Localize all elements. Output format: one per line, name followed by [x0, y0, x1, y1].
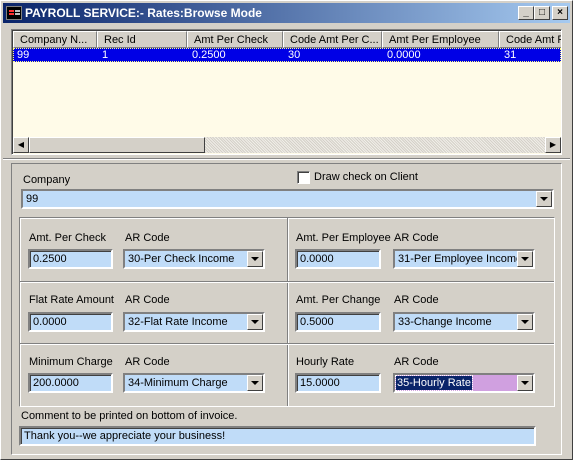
flat-rate-field[interactable]: 0.0000 [28, 312, 113, 332]
scroll-right-button[interactable]: ▶ [545, 137, 561, 153]
company-select-value: 99 [26, 193, 39, 205]
dropdown-arrow-icon[interactable] [517, 251, 533, 267]
close-button[interactable]: × [552, 6, 568, 20]
hourly-rate-field[interactable]: 15.0000 [295, 373, 381, 393]
column-header-amt-per-employee[interactable]: Amt Per Employee [382, 31, 499, 48]
amt-per-check-field[interactable]: 0.2500 [28, 249, 113, 269]
group-divider-vertical [287, 218, 288, 406]
app-icon[interactable] [6, 6, 22, 20]
scroll-right-icon: ▶ [549, 140, 557, 149]
rates-grid[interactable]: Company N... Rec Id Amt Per Check Code A… [11, 29, 562, 155]
ar-code-label: AR Code [125, 356, 170, 368]
flat-rate-ar-select[interactable]: 32-Flat Rate Income [123, 312, 265, 332]
amt-per-change-ar-value: 33-Change Income [398, 316, 492, 328]
cell-amt-per-check: 0.2500 [192, 49, 226, 61]
dropdown-arrow-icon[interactable] [247, 314, 263, 330]
amt-per-employee-ar-value: 31-Per Employee Income [398, 253, 523, 265]
cell-code-amt-per-employee: 31 [504, 49, 517, 61]
company-label: Company [23, 174, 71, 186]
title-bar[interactable]: PAYROLL SERVICE:- Rates:Browse Mode _ □ … [3, 3, 570, 23]
dropdown-arrow-icon[interactable] [247, 251, 263, 267]
dropdown-arrow-icon[interactable] [517, 375, 533, 391]
amt-per-change-ar-select[interactable]: 33-Change Income [393, 312, 535, 332]
column-header-amt-per-check[interactable]: Amt Per Check [187, 31, 283, 48]
dropdown-arrow-icon[interactable] [536, 191, 552, 207]
amt-per-check-ar-select[interactable]: 30-Per Check Income [123, 249, 265, 269]
minimum-charge-ar-select[interactable]: 34-Minimum Charge [123, 373, 265, 393]
column-header-company[interactable]: Company N... [13, 31, 97, 48]
ar-code-label: AR Code [125, 232, 170, 244]
scroll-thumb[interactable] [29, 137, 205, 153]
minimum-charge-ar-value: 34-Minimum Charge [128, 377, 228, 389]
ar-code-label: AR Code [125, 294, 170, 306]
ar-code-label: AR Code [394, 294, 439, 306]
minimum-charge-label: Minimum Charge [29, 356, 113, 368]
amt-per-employee-label: Amt. Per Employee [296, 232, 391, 244]
amt-per-change-field[interactable]: 0.5000 [295, 312, 381, 332]
minimize-button[interactable]: _ [518, 6, 534, 20]
draw-check-label: Draw check on Client [314, 171, 418, 183]
horizontal-scrollbar[interactable]: ◀ ▶ [13, 137, 561, 153]
ar-code-label: AR Code [394, 232, 439, 244]
scroll-left-button[interactable]: ◀ [13, 137, 29, 153]
company-select[interactable]: 99 [21, 189, 554, 209]
group-divider-2 [20, 343, 554, 344]
ar-code-label: AR Code [394, 356, 439, 368]
dropdown-arrow-icon[interactable] [247, 375, 263, 391]
minimize-icon: _ [523, 7, 529, 18]
amt-per-check-ar-value: 30-Per Check Income [128, 253, 235, 265]
splitter[interactable] [3, 158, 570, 160]
flat-rate-label: Flat Rate Amount [29, 294, 114, 306]
cell-company: 99 [17, 49, 30, 61]
column-header-code-amt-per-check[interactable]: Code Amt Per C... [283, 31, 382, 48]
column-header-rec-id[interactable]: Rec Id [97, 31, 187, 48]
flat-rate-ar-value: 32-Flat Rate Income [128, 316, 228, 328]
maximize-button[interactable]: □ [534, 6, 550, 20]
minimum-charge-field[interactable]: 200.0000 [28, 373, 113, 393]
amt-per-check-label: Amt. Per Check [29, 232, 107, 244]
draw-check-checkbox[interactable] [297, 171, 310, 184]
group-divider-1 [20, 281, 554, 282]
dropdown-arrow-icon[interactable] [517, 314, 533, 330]
hourly-rate-ar-value: 35-Hourly Rate [395, 375, 473, 391]
table-row[interactable]: 99 1 0.2500 30 0.0000 31 [13, 48, 561, 62]
cell-amt-per-employee: 0.0000 [387, 49, 421, 61]
scroll-left-icon: ◀ [17, 140, 25, 149]
payroll-rates-window: PAYROLL SERVICE:- Rates:Browse Mode _ □ … [0, 0, 573, 460]
amt-per-change-label: Amt. Per Change [296, 294, 381, 306]
amt-per-employee-ar-select[interactable]: 31-Per Employee Income [393, 249, 535, 269]
cell-rec-id: 1 [102, 49, 109, 61]
window-title: PAYROLL SERVICE:- Rates:Browse Mode [25, 6, 262, 20]
cell-code-amt-per-check: 30 [288, 49, 301, 61]
close-icon: × [557, 7, 563, 18]
amt-per-employee-field[interactable]: 0.0000 [295, 249, 381, 269]
column-header-code-amt-per-employee[interactable]: Code Amt P [499, 31, 561, 48]
hourly-rate-ar-select[interactable]: 35-Hourly Rate [393, 373, 535, 393]
comment-field[interactable]: Thank you--we appreciate your business! [19, 426, 536, 446]
maximize-icon: □ [538, 7, 546, 18]
comment-label: Comment to be printed on bottom of invoi… [21, 410, 238, 422]
hourly-rate-label: Hourly Rate [296, 356, 355, 368]
